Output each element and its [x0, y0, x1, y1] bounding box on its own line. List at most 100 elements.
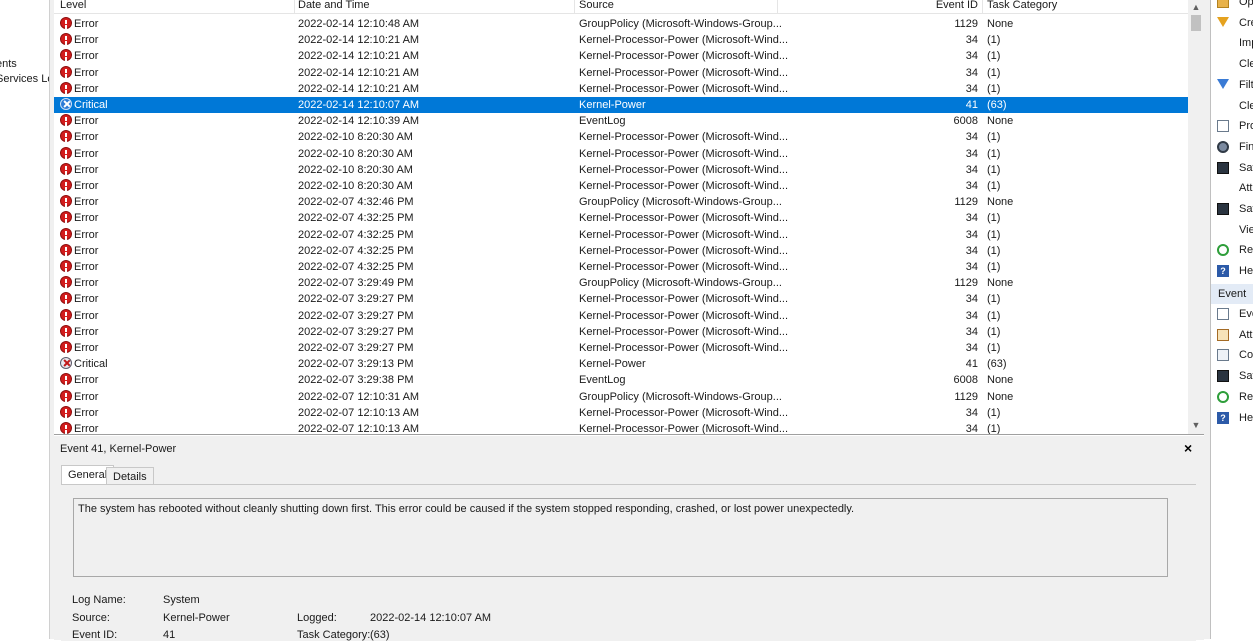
event-row[interactable]: Error 2022-02-07 4:32:25 PM Kernel-Process… [54, 227, 1188, 243]
column-separator[interactable] [574, 0, 575, 13]
vertical-scrollbar[interactable]: ▲ ▼ [1188, 0, 1204, 434]
event-level-cell: Error [60, 113, 290, 129]
event-level: Error [74, 50, 99, 63]
event-level-cell: Error [60, 291, 290, 307]
event-date: 2022-02-14 12:10:39 AM [298, 115, 420, 128]
event-level: Error [74, 66, 99, 79]
scrollbar-thumb[interactable] [1191, 15, 1201, 31]
close-icon[interactable]: × [1184, 440, 1192, 456]
action-item[interactable]: Ref [1211, 387, 1253, 407]
scroll-up-arrow-icon[interactable]: ▲ [1188, 0, 1204, 14]
event-row[interactable]: Error 2022-02-07 3:29:38 PM EventLog 6008 No… [54, 372, 1188, 388]
event-date: 2022-02-07 4:32:46 PM [298, 196, 414, 209]
event-row[interactable]: Error 2022-02-14 12:10:21 AM Kernel-Proces… [54, 65, 1188, 81]
event-row[interactable]: Error 2022-02-07 3:29:49 PM GroupPolicy (M… [54, 275, 1188, 291]
event-row[interactable]: Critical 2022-02-07 3:29:13 PM Kernel-Powe… [54, 356, 1188, 372]
event-row[interactable]: Error 2022-02-14 12:10:21 AM Kernel-Proces… [54, 32, 1188, 48]
error-icon [60, 373, 72, 386]
action-item[interactable]: Sav [1211, 366, 1253, 386]
event-row[interactable]: Error 2022-02-07 4:32:25 PM Kernel-Process… [54, 243, 1188, 259]
event-row[interactable]: Error 2022-02-14 12:10:39 AM EventLog 6008 N… [54, 113, 1188, 129]
event-level-cell: Critical [60, 356, 290, 372]
action-item[interactable]: Att [1211, 178, 1253, 198]
event-row[interactable]: Error 2022-02-07 4:32:25 PM Kernel-Process… [54, 210, 1188, 226]
event-level-cell: Error [60, 340, 290, 356]
save-filter-icon [1217, 203, 1229, 215]
event-level-cell: Critical [60, 97, 290, 113]
event-level-cell: Error [60, 16, 290, 32]
event-id: 34 [965, 163, 978, 176]
error-icon [60, 195, 72, 208]
event-id: 1129 [954, 18, 978, 30]
event-source: Kernel-Processor-Power (Microsoft-Wind..… [579, 406, 789, 419]
event-id-value: 41 [163, 629, 176, 641]
action-item[interactable]: Imp [1211, 33, 1253, 53]
action-item[interactable]: Filt [1211, 75, 1253, 95]
event-row[interactable]: Error 2022-02-07 12:10:13 AM Kernel-Proces… [54, 421, 1188, 434]
action-item[interactable]: ? He [1211, 408, 1253, 428]
event-row[interactable]: Error 2022-02-10 8:20:30 AM Kernel-Process… [54, 178, 1188, 194]
console-tree: ents Services Lo [0, 0, 49, 639]
event-row[interactable]: Error 2022-02-07 12:10:31 AM GroupPolicy (… [54, 389, 1188, 405]
tab-details[interactable]: Details [106, 467, 154, 485]
event-row[interactable]: Critical 2022-02-14 12:10:07 AM Kernel-Pow… [54, 97, 1188, 113]
event-source: Kernel-Processor-Power (Microsoft-Wind..… [579, 261, 789, 273]
action-item[interactable]: Ref [1211, 240, 1253, 260]
event-row[interactable]: Error 2022-02-10 8:20:30 AM Kernel-Process… [54, 162, 1188, 178]
column-separator[interactable] [777, 0, 778, 13]
event-row[interactable]: Error 2022-02-07 3:29:27 PM Kernel-Process… [54, 324, 1188, 340]
action-item[interactable]: ? He [1211, 261, 1253, 281]
right-splitter[interactable] [1204, 0, 1211, 639]
logged-value: 2022-02-14 12:10:07 AM [370, 612, 492, 624]
event-level: Error [74, 325, 99, 338]
column-separator[interactable] [982, 0, 983, 13]
event-row[interactable]: Error 2022-02-07 4:32:25 PM Kernel-Process… [54, 259, 1188, 275]
action-item[interactable]: Cle [1211, 96, 1253, 116]
funnel-icon [1217, 78, 1229, 89]
column-header-source[interactable]: Source [579, 0, 614, 12]
error-icon [60, 130, 72, 143]
action-item[interactable]: Sav [1211, 158, 1253, 178]
event-level-cell: Error [60, 421, 290, 434]
event-row[interactable]: Error 2022-02-07 3:29:27 PM Kernel-Process… [54, 340, 1188, 356]
event-id: 34 [965, 342, 978, 354]
action-item[interactable]: Eve [1211, 304, 1253, 324]
tree-item[interactable]: ents [0, 58, 17, 70]
event-level: Error [74, 180, 99, 192]
column-header-level[interactable]: Level [60, 0, 86, 12]
action-item[interactable]: Co [1211, 345, 1253, 365]
action-item[interactable]: Pro [1211, 116, 1253, 136]
save-icon [1217, 370, 1229, 383]
event-level-cell: Error [60, 405, 290, 421]
event-row[interactable]: Error 2022-02-14 12:10:48 AM GroupPolicy (… [54, 16, 1188, 32]
action-item[interactable]: Cre [1211, 13, 1253, 33]
event-description[interactable]: The system has rebooted without cleanly … [73, 498, 1168, 577]
event-row[interactable]: Error 2022-02-14 12:10:21 AM Kernel-Proces… [54, 81, 1188, 97]
event-source: GroupPolicy (Microsoft-Windows-Group... [579, 277, 782, 290]
action-item[interactable]: Vie [1211, 220, 1253, 240]
actions-section-header[interactable]: Event 4 [1211, 284, 1253, 320]
column-separator[interactable] [294, 0, 295, 13]
column-header-task-category[interactable]: Task Category [987, 0, 1057, 12]
event-row[interactable]: Error 2022-02-07 4:32:46 PM GroupPolicy (M… [54, 194, 1188, 210]
event-row[interactable]: Error 2022-02-10 8:20:30 AM Kernel-Process… [54, 129, 1188, 145]
event-id: 34 [965, 50, 978, 63]
event-row[interactable]: Error 2022-02-14 12:10:21 AM Kernel-Proces… [54, 48, 1188, 64]
action-item[interactable]: Att [1211, 325, 1253, 345]
critical-icon [60, 357, 72, 370]
event-row[interactable]: Error 2022-02-07 3:29:27 PM Kernel-Process… [54, 308, 1188, 324]
action-item[interactable]: Fin [1211, 137, 1253, 157]
event-row[interactable]: Error 2022-02-07 3:29:27 PM Kernel-Process… [54, 291, 1188, 307]
column-header-event-id[interactable]: Event ID [934, 0, 978, 12]
tree-item[interactable]: Services Lo [0, 73, 49, 85]
event-row[interactable]: Error 2022-02-07 12:10:13 AM Kernel-Proces… [54, 405, 1188, 421]
action-item[interactable]: Op [1211, 0, 1253, 12]
action-item[interactable]: Cle [1211, 54, 1253, 74]
event-date: 2022-02-07 3:29:13 PM [298, 358, 414, 371]
event-level-cell: Error [60, 227, 290, 243]
column-header-date[interactable]: Date and Time [298, 0, 370, 12]
action-item[interactable]: Sav [1211, 199, 1253, 219]
event-level: Error [74, 18, 99, 30]
scroll-down-arrow-icon[interactable]: ▼ [1188, 418, 1204, 432]
event-row[interactable]: Error 2022-02-10 8:20:30 AM Kernel-Process… [54, 146, 1188, 162]
